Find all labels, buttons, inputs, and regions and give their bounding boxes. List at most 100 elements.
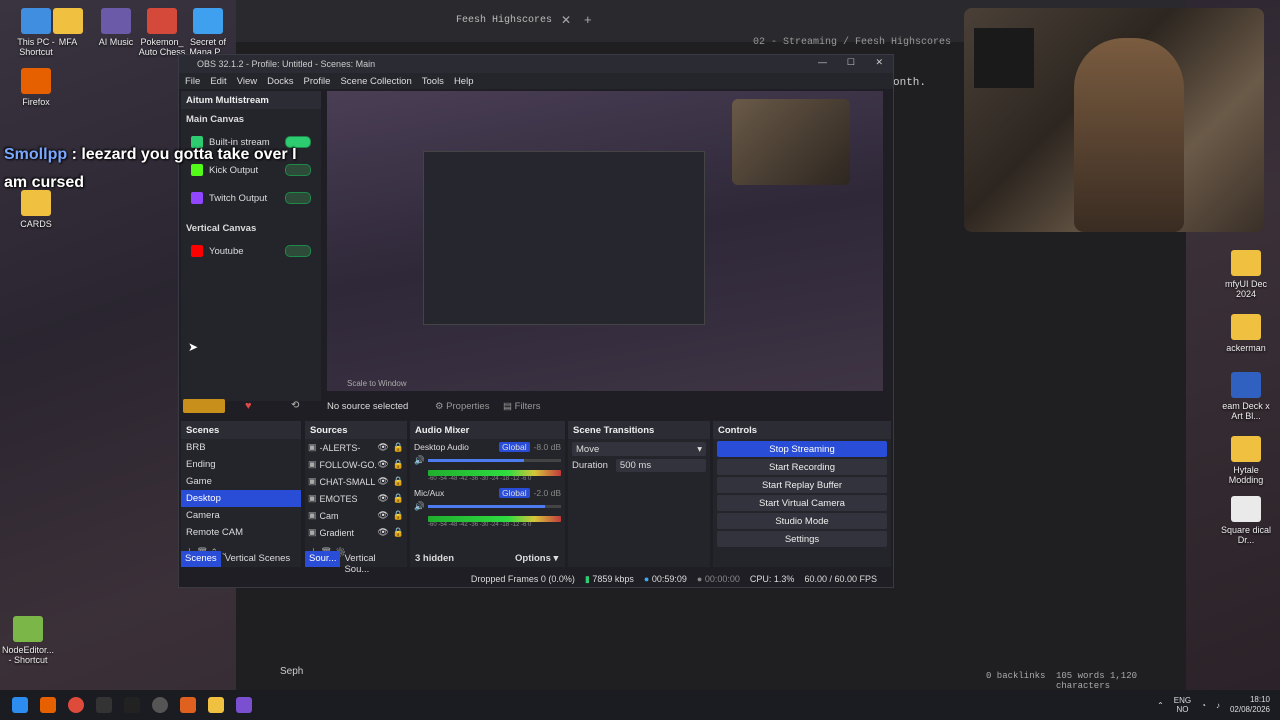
volume-slider[interactable]: 🔊 xyxy=(414,501,561,512)
visibility-icon[interactable]: 👁 xyxy=(377,493,388,504)
obsidian-icon[interactable] xyxy=(236,697,252,713)
no-source-label: No source selected xyxy=(327,401,409,412)
editor-tab-title[interactable]: Feesh Highscores xyxy=(456,15,552,26)
scene-item[interactable]: Camera xyxy=(181,507,301,524)
source-item[interactable]: ▣ Cam 👁 🔒 xyxy=(305,507,407,524)
tray-chevron-icon[interactable]: ⌃ xyxy=(1157,701,1164,710)
speaker-icon[interactable]: 🔊 xyxy=(414,455,425,466)
lock-icon[interactable]: 🔒 xyxy=(393,510,404,521)
visibility-icon[interactable]: 👁 xyxy=(377,476,388,487)
lock-icon[interactable]: 🔒 xyxy=(393,442,404,453)
desktop-icon[interactable]: eam Deck x Art Bl... xyxy=(1218,372,1274,421)
desktop-icon[interactable]: Hytale Modding xyxy=(1218,436,1274,485)
menu-item[interactable]: File xyxy=(185,76,200,87)
obs-window: OBS 32.1.2 - Profile: Untitled - Scenes:… xyxy=(178,54,894,588)
speaker-icon[interactable]: 🔊 xyxy=(414,501,425,512)
backlinks-count[interactable]: 0 backlinks xyxy=(986,671,1045,681)
desktop-icon[interactable]: Square dical Dr... xyxy=(1218,496,1274,545)
vlc-icon[interactable] xyxy=(180,697,196,713)
duration-input[interactable]: 500 ms xyxy=(615,459,706,472)
obs-preview[interactable]: Scale to Window xyxy=(327,91,883,391)
output-label: Twitch Output xyxy=(209,192,268,204)
refresh-icon[interactable]: ⟲ xyxy=(291,400,299,411)
transition-select[interactable]: Move ▾ xyxy=(572,442,706,456)
chrome-icon[interactable] xyxy=(68,697,84,713)
source-item[interactable]: ▣ FOLLOW-GO... 👁 🔒 xyxy=(305,456,407,473)
scene-item[interactable]: BRB xyxy=(181,439,301,456)
control-button[interactable]: Start Replay Buffer xyxy=(717,477,887,493)
scene-item[interactable]: Remote CAM xyxy=(181,524,301,541)
properties-button[interactable]: ⚙ Properties xyxy=(435,401,489,412)
visibility-icon[interactable]: 👁 xyxy=(377,442,388,453)
windows-start-icon[interactable] xyxy=(12,697,28,713)
language-indicator[interactable]: ENG NO xyxy=(1174,696,1191,714)
hidden-count[interactable]: 3 hidden xyxy=(415,553,454,564)
meter-ticks: -60 -54 -48 -42 -36 -30 -24 -18 -12 -6 0 xyxy=(428,476,532,482)
app-icon[interactable] xyxy=(124,697,140,713)
tab-vertical-scenes[interactable]: Vertical Scenes xyxy=(221,551,294,567)
control-button[interactable]: Start Recording xyxy=(717,459,887,475)
lock-icon[interactable]: 🔒 xyxy=(393,476,404,487)
control-button[interactable]: Start Virtual Camera xyxy=(717,495,887,511)
output-toggle[interactable] xyxy=(285,245,311,257)
visibility-icon[interactable]: 👁 xyxy=(377,510,388,521)
menu-item[interactable]: Scene Collection xyxy=(340,76,411,87)
close-tab-icon[interactable]: ✕ xyxy=(561,13,571,27)
lock-icon[interactable]: 🔒 xyxy=(393,493,404,504)
preview-zoom-label[interactable]: Scale to Window xyxy=(347,379,407,388)
menu-item[interactable]: Profile xyxy=(304,76,331,87)
terminal-icon[interactable] xyxy=(96,697,112,713)
wifi-icon[interactable]: ◔ xyxy=(1201,701,1206,710)
obs-taskbar-icon[interactable] xyxy=(152,697,168,713)
desktop-icon[interactable]: Firefox xyxy=(8,68,64,107)
desktop-icon[interactable]: Secret of Mana P... xyxy=(180,8,236,57)
visibility-icon[interactable]: 👁 xyxy=(377,459,388,470)
tab-vertical-sources[interactable]: Vertical Sou... xyxy=(340,551,407,575)
tab-scenes[interactable]: Scenes xyxy=(181,551,221,567)
obs-title: OBS 32.1.2 - Profile: Untitled - Scenes:… xyxy=(197,59,376,69)
options-button[interactable]: Options ▾ xyxy=(515,553,558,564)
desktop-icon[interactable]: mfyUI Dec 2024 xyxy=(1218,250,1274,299)
clock-time: 18:10 xyxy=(1249,695,1270,704)
source-item[interactable]: ▣ Gradient 👁 🔒 xyxy=(305,524,407,541)
lock-icon[interactable]: 🔒 xyxy=(393,527,404,538)
heart-icon[interactable]: ♥ xyxy=(245,400,252,412)
visibility-icon[interactable]: 👁 xyxy=(377,527,388,538)
filters-button[interactable]: ▤ Filters xyxy=(503,401,541,412)
global-badge: Global xyxy=(499,488,530,498)
control-button[interactable]: Studio Mode xyxy=(717,513,887,529)
desktop-icon[interactable]: ackerman xyxy=(1218,314,1274,353)
menu-item[interactable]: Help xyxy=(454,76,474,87)
desktop-icon[interactable]: NodeEditor... - Shortcut xyxy=(0,616,56,665)
scene-item[interactable]: Ending xyxy=(181,456,301,473)
menu-item[interactable]: Docks xyxy=(267,76,293,87)
close-icon[interactable]: ✕ xyxy=(875,57,883,68)
maximize-icon[interactable]: ☐ xyxy=(847,57,855,68)
menu-item[interactable]: Edit xyxy=(210,76,226,87)
status-user[interactable]: Seph xyxy=(280,666,303,677)
scene-item[interactable]: Game xyxy=(181,473,301,490)
lock-icon[interactable]: 🔒 xyxy=(393,459,404,470)
firefox-icon[interactable] xyxy=(40,697,56,713)
menu-item[interactable]: Tools xyxy=(422,76,444,87)
control-button[interactable]: Settings xyxy=(717,531,887,547)
color-swatch[interactable] xyxy=(183,399,225,413)
source-item[interactable]: ▣ EMOTES 👁 🔒 xyxy=(305,490,407,507)
volume-slider[interactable]: 🔊 xyxy=(414,455,561,466)
output-toggle[interactable] xyxy=(285,164,311,176)
minimize-icon[interactable]: — xyxy=(818,57,827,67)
tab-sources[interactable]: Sour... xyxy=(305,551,341,567)
source-item[interactable]: ▣ CHAT-SMALL 👁 🔒 xyxy=(305,473,407,490)
source-item[interactable]: ▣ -ALERTS- 👁 🔒 xyxy=(305,439,407,456)
clock[interactable]: 18:10 02/08/2026 xyxy=(1230,695,1270,715)
explorer-icon[interactable] xyxy=(208,697,224,713)
scene-item[interactable]: Desktop xyxy=(181,490,301,507)
duration-row: Duration 500 ms xyxy=(572,459,706,472)
volume-icon[interactable]: ♪ xyxy=(1216,701,1220,710)
desktop-icon[interactable]: CARDS xyxy=(8,190,64,229)
desktop-icon-label: Firefox xyxy=(22,97,50,107)
control-button[interactable]: Stop Streaming xyxy=(717,441,887,457)
menu-item[interactable]: View xyxy=(237,76,257,87)
new-tab-icon[interactable]: + xyxy=(584,12,592,27)
output-toggle[interactable] xyxy=(285,192,311,204)
